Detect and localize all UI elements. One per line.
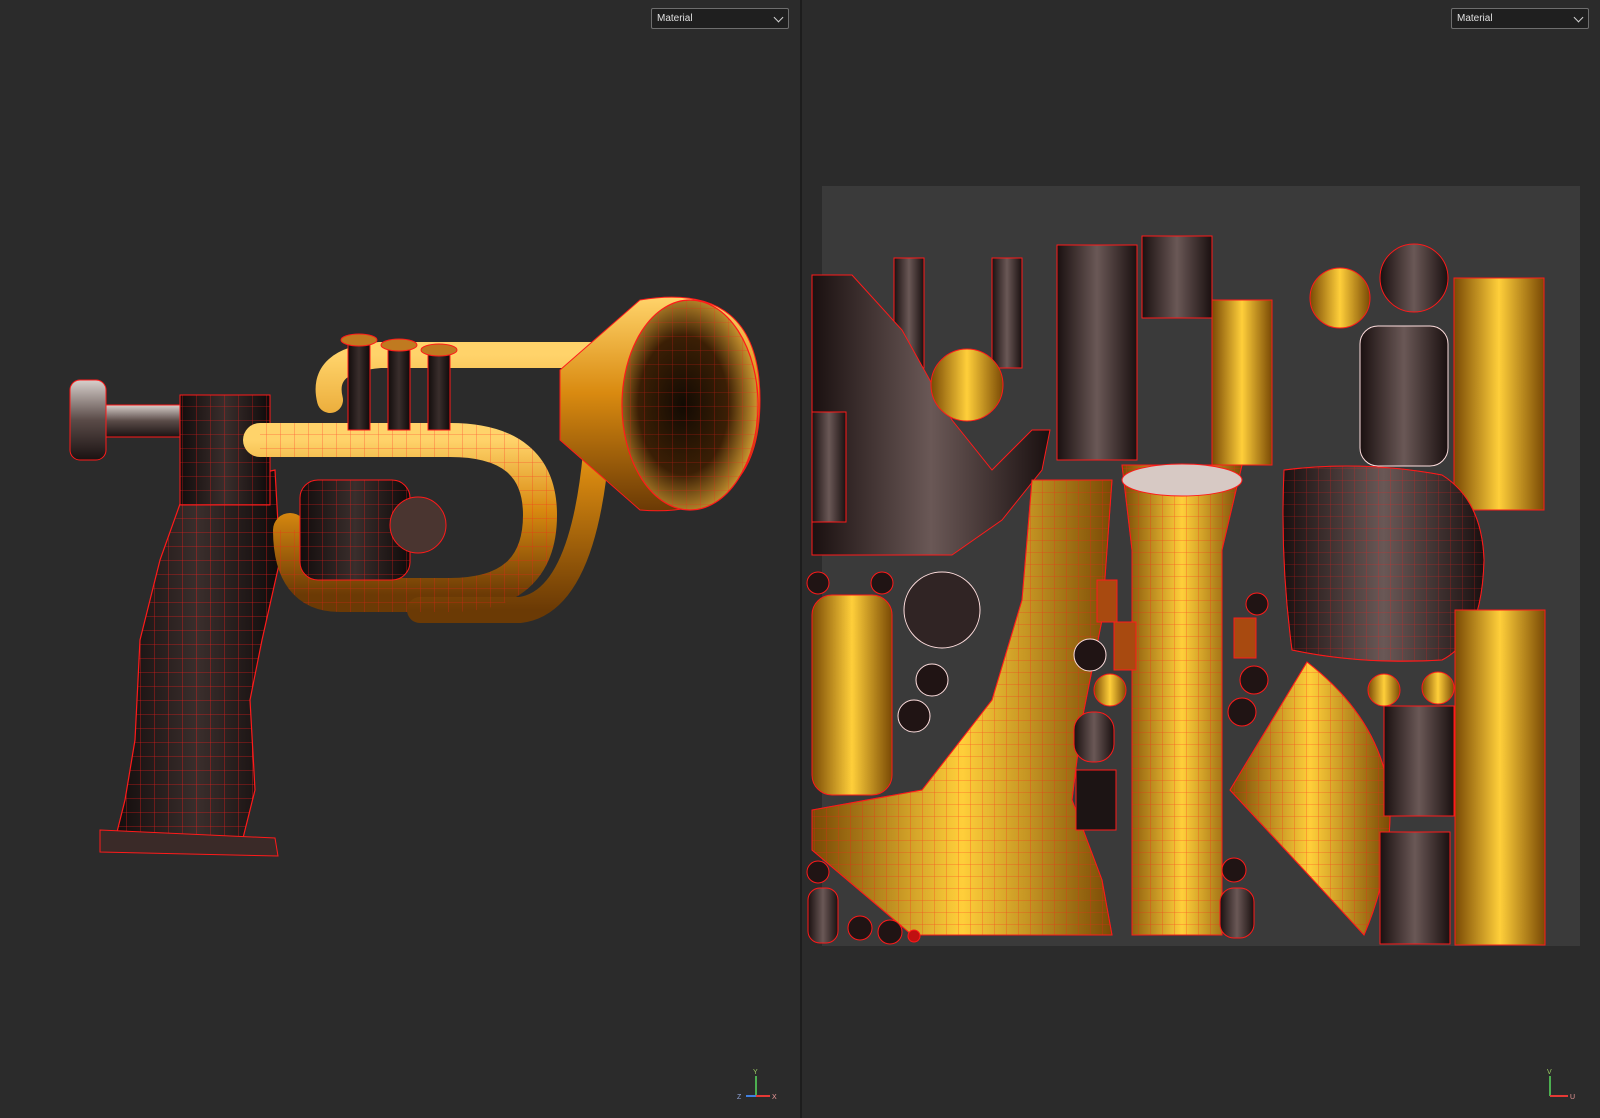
viewport-uv[interactable]: Material V U <box>802 0 1600 1118</box>
axis-label-v: V <box>1547 1069 1552 1076</box>
pistol-grip <box>99 469 281 857</box>
axis-label-z: Z <box>737 1094 742 1101</box>
revolver-cylinder <box>299 479 447 581</box>
rear-barrel <box>69 379 271 506</box>
trumpet-valves <box>340 333 458 431</box>
axis-label-u: U <box>1570 1094 1575 1101</box>
chevron-down-icon <box>1573 12 1584 23</box>
uv-layout[interactable] <box>802 0 1600 1118</box>
uv-display-mode-select[interactable]: Material <box>1451 8 1589 29</box>
display-mode-select[interactable]: Material <box>651 8 789 29</box>
viewport-3d[interactable]: Material Y Z X <box>0 0 800 1118</box>
model-render[interactable] <box>0 0 800 1118</box>
axis-label-x: X <box>772 1094 777 1101</box>
chevron-down-icon <box>773 12 784 23</box>
uv-display-mode-value: Material <box>1457 13 1493 24</box>
axis-label-y: Y <box>753 1069 758 1076</box>
axis-gizmo-icon: Y Z X <box>737 1069 777 1101</box>
uv-islands <box>806 235 1546 946</box>
display-mode-value: Material <box>657 13 693 24</box>
uv-axis-gizmo-icon: V U <box>1547 1069 1575 1101</box>
